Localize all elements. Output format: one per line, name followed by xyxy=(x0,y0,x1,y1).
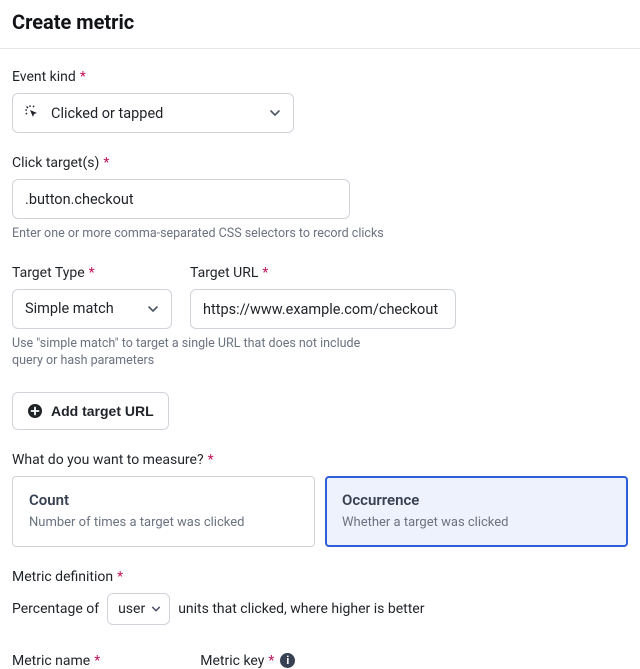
target-type-help: Use "simple match" to target a single UR… xyxy=(12,335,372,370)
required-marker: * xyxy=(89,265,95,281)
metric-name-label: Metric name * xyxy=(12,653,100,669)
chevron-down-icon xyxy=(151,604,161,614)
page-header: Create metric xyxy=(0,0,640,49)
required-marker: * xyxy=(117,569,123,585)
definition-unit-select[interactable]: user xyxy=(107,593,170,625)
metric-key-label: Metric key * i xyxy=(200,653,295,669)
target-url-label: Target URL * xyxy=(190,265,456,281)
definition-unit-value: user xyxy=(118,601,145,617)
click-targets-value: .button.checkout xyxy=(25,191,134,208)
target-type-value: Simple match xyxy=(25,300,114,317)
create-metric-form: Event kind * Clicked or tapped xyxy=(0,49,640,669)
measure-option-occurrence[interactable]: Occurrence Whether a target was clicked xyxy=(325,476,628,547)
measure-option-count[interactable]: Count Number of times a target was click… xyxy=(12,476,315,547)
required-marker: * xyxy=(268,653,274,669)
cursor-click-icon xyxy=(25,105,41,121)
target-type-select[interactable]: Simple match xyxy=(12,289,172,329)
add-target-section: Add target URL xyxy=(12,392,628,430)
chevron-down-icon xyxy=(269,107,281,119)
event-kind-section: Event kind * Clicked or tapped xyxy=(12,69,628,133)
target-url-input[interactable]: https://www.example.com/checkout xyxy=(190,289,456,329)
add-target-url-button[interactable]: Add target URL xyxy=(12,392,169,430)
target-type-label: Target Type * xyxy=(12,265,172,281)
measure-section: What do you want to measure? * Count Num… xyxy=(12,452,628,547)
add-target-url-label: Add target URL xyxy=(51,403,154,419)
chevron-down-icon xyxy=(147,303,159,315)
event-kind-label: Event kind * xyxy=(12,69,628,85)
definition-section: Metric definition * Percentage of user u… xyxy=(12,569,628,625)
required-marker: * xyxy=(103,155,109,171)
click-targets-section: Click target(s) * .button.checkout Enter… xyxy=(12,155,628,243)
target-row: Target Type * Simple match Target URL * … xyxy=(12,265,628,370)
click-targets-input[interactable]: .button.checkout xyxy=(12,179,350,219)
definition-label: Metric definition * xyxy=(12,569,628,585)
measure-option-title: Occurrence xyxy=(342,491,611,509)
click-targets-label: Click target(s) * xyxy=(12,155,628,171)
event-kind-select[interactable]: Clicked or tapped xyxy=(12,93,294,133)
definition-prefix: Percentage of xyxy=(12,601,99,617)
plus-circle-icon xyxy=(27,403,43,419)
measure-option-title: Count xyxy=(29,491,298,509)
required-marker: * xyxy=(80,69,86,85)
measure-label: What do you want to measure? * xyxy=(12,452,628,468)
target-url-col: Target URL * https://www.example.com/che… xyxy=(190,265,456,329)
event-kind-value: Clicked or tapped xyxy=(51,105,163,122)
measure-option-desc: Whether a target was clicked xyxy=(342,515,611,530)
click-targets-help: Enter one or more comma-separated CSS se… xyxy=(12,225,628,243)
required-marker: * xyxy=(208,452,214,468)
required-marker: * xyxy=(262,265,268,281)
required-marker: * xyxy=(94,653,100,669)
target-url-value: https://www.example.com/checkout xyxy=(203,301,438,318)
definition-row: Percentage of user units that clicked, w… xyxy=(12,593,628,625)
name-key-row: Metric name * Metric key * i xyxy=(12,653,628,669)
info-icon[interactable]: i xyxy=(280,653,295,668)
measure-option-desc: Number of times a target was clicked xyxy=(29,515,298,530)
definition-suffix: units that clicked, where higher is bett… xyxy=(178,601,424,617)
target-type-col: Target Type * Simple match xyxy=(12,265,172,329)
page-title: Create metric xyxy=(12,10,628,34)
